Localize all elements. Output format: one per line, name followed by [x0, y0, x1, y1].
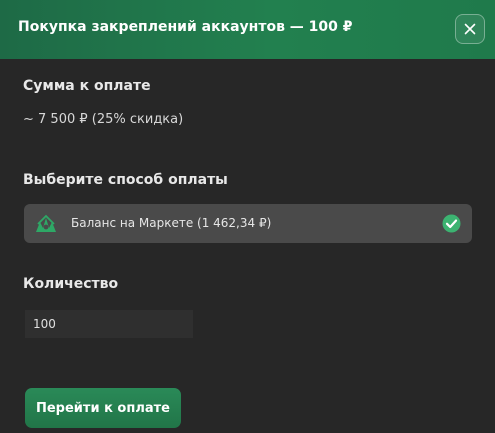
modal-header: Покупка закреплений аккаунтов — 100 ₽ [0, 0, 495, 59]
quantity-heading: Количество [23, 276, 119, 292]
close-button[interactable] [455, 14, 485, 44]
proceed-to-payment-button[interactable]: Перейти к оплате [25, 388, 181, 428]
modal-title: Покупка закреплений аккаунтов — 100 ₽ [18, 19, 353, 35]
quantity-input[interactable] [25, 310, 193, 338]
payment-option-market-balance[interactable]: Баланс на Маркете (1 462,34 ₽) [24, 204, 472, 243]
check-circle-icon [442, 214, 461, 233]
close-icon [464, 23, 476, 35]
purchase-modal: Покупка закреплений аккаунтов — 100 ₽ Су… [0, 0, 495, 433]
payment-heading: Выберите способ оплаты [23, 172, 228, 188]
payment-option-label: Баланс на Маркете (1 462,34 ₽) [71, 216, 272, 230]
market-logo-icon [36, 214, 56, 232]
sum-value: ~ 7 500 ₽ (25% скидка) [23, 112, 184, 127]
sum-heading: Сумма к оплате [23, 78, 151, 94]
